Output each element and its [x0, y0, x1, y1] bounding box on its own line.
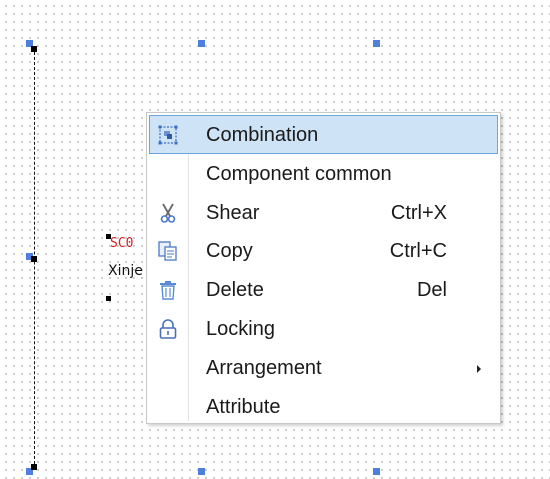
- scissors-icon: [155, 200, 181, 226]
- menu-item-label: Shear: [206, 201, 260, 224]
- menu-item-shortcut: Del: [416, 279, 447, 302]
- menu-item-label: Copy: [206, 240, 253, 263]
- resize-handle-bottom-right[interactable]: [373, 468, 380, 475]
- line-midpoint[interactable]: [31, 256, 37, 262]
- menu-item-shortcut: Ctrl+C: [389, 240, 447, 263]
- line-endpoint-bottom[interactable]: [31, 464, 37, 470]
- trash-icon: [155, 277, 181, 303]
- menu-item-locking[interactable]: Locking: [149, 309, 498, 348]
- menu-item-arrangement[interactable]: Arrangement: [149, 348, 498, 387]
- component-code-text: SC0: [110, 236, 134, 251]
- line-endpoint-top[interactable]: [31, 46, 37, 52]
- submenu-arrow-icon: [477, 364, 481, 373]
- menu-item-attribute[interactable]: Attribute: [149, 387, 498, 426]
- menu-item-combination[interactable]: Combination: [149, 115, 498, 154]
- menu-item-label: Combination: [206, 124, 319, 146]
- menu-item-label: Arrangement: [206, 356, 322, 379]
- menu-item-label: Component common: [206, 162, 392, 185]
- menu-item-shear[interactable]: Shear Ctrl+X: [149, 193, 498, 232]
- design-canvas[interactable]: SC0 Xinje Combination Component common S…: [0, 0, 550, 479]
- resize-handle-top-center[interactable]: [198, 40, 205, 47]
- component-handle-bottom[interactable]: [106, 296, 111, 301]
- combination-icon: [155, 122, 181, 148]
- menu-item-shortcut: Ctrl+X: [390, 201, 447, 224]
- resize-handle-top-right[interactable]: [373, 40, 380, 47]
- menu-item-label: Delete: [206, 279, 264, 302]
- resize-handle-bottom-center[interactable]: [198, 468, 205, 475]
- menu-item-component-common[interactable]: Component common: [149, 154, 498, 193]
- menu-item-label: Locking: [206, 317, 275, 340]
- context-menu: Combination Component common Shear Ctrl+…: [146, 112, 501, 424]
- menu-item-delete[interactable]: Delete Del: [149, 270, 498, 309]
- copy-icon: [155, 238, 181, 264]
- menu-item-label: Attribute: [206, 395, 281, 418]
- component-name-text: Xinje: [108, 263, 143, 279]
- menu-item-copy[interactable]: Copy Ctrl+C: [149, 231, 498, 270]
- lock-icon: [155, 316, 181, 342]
